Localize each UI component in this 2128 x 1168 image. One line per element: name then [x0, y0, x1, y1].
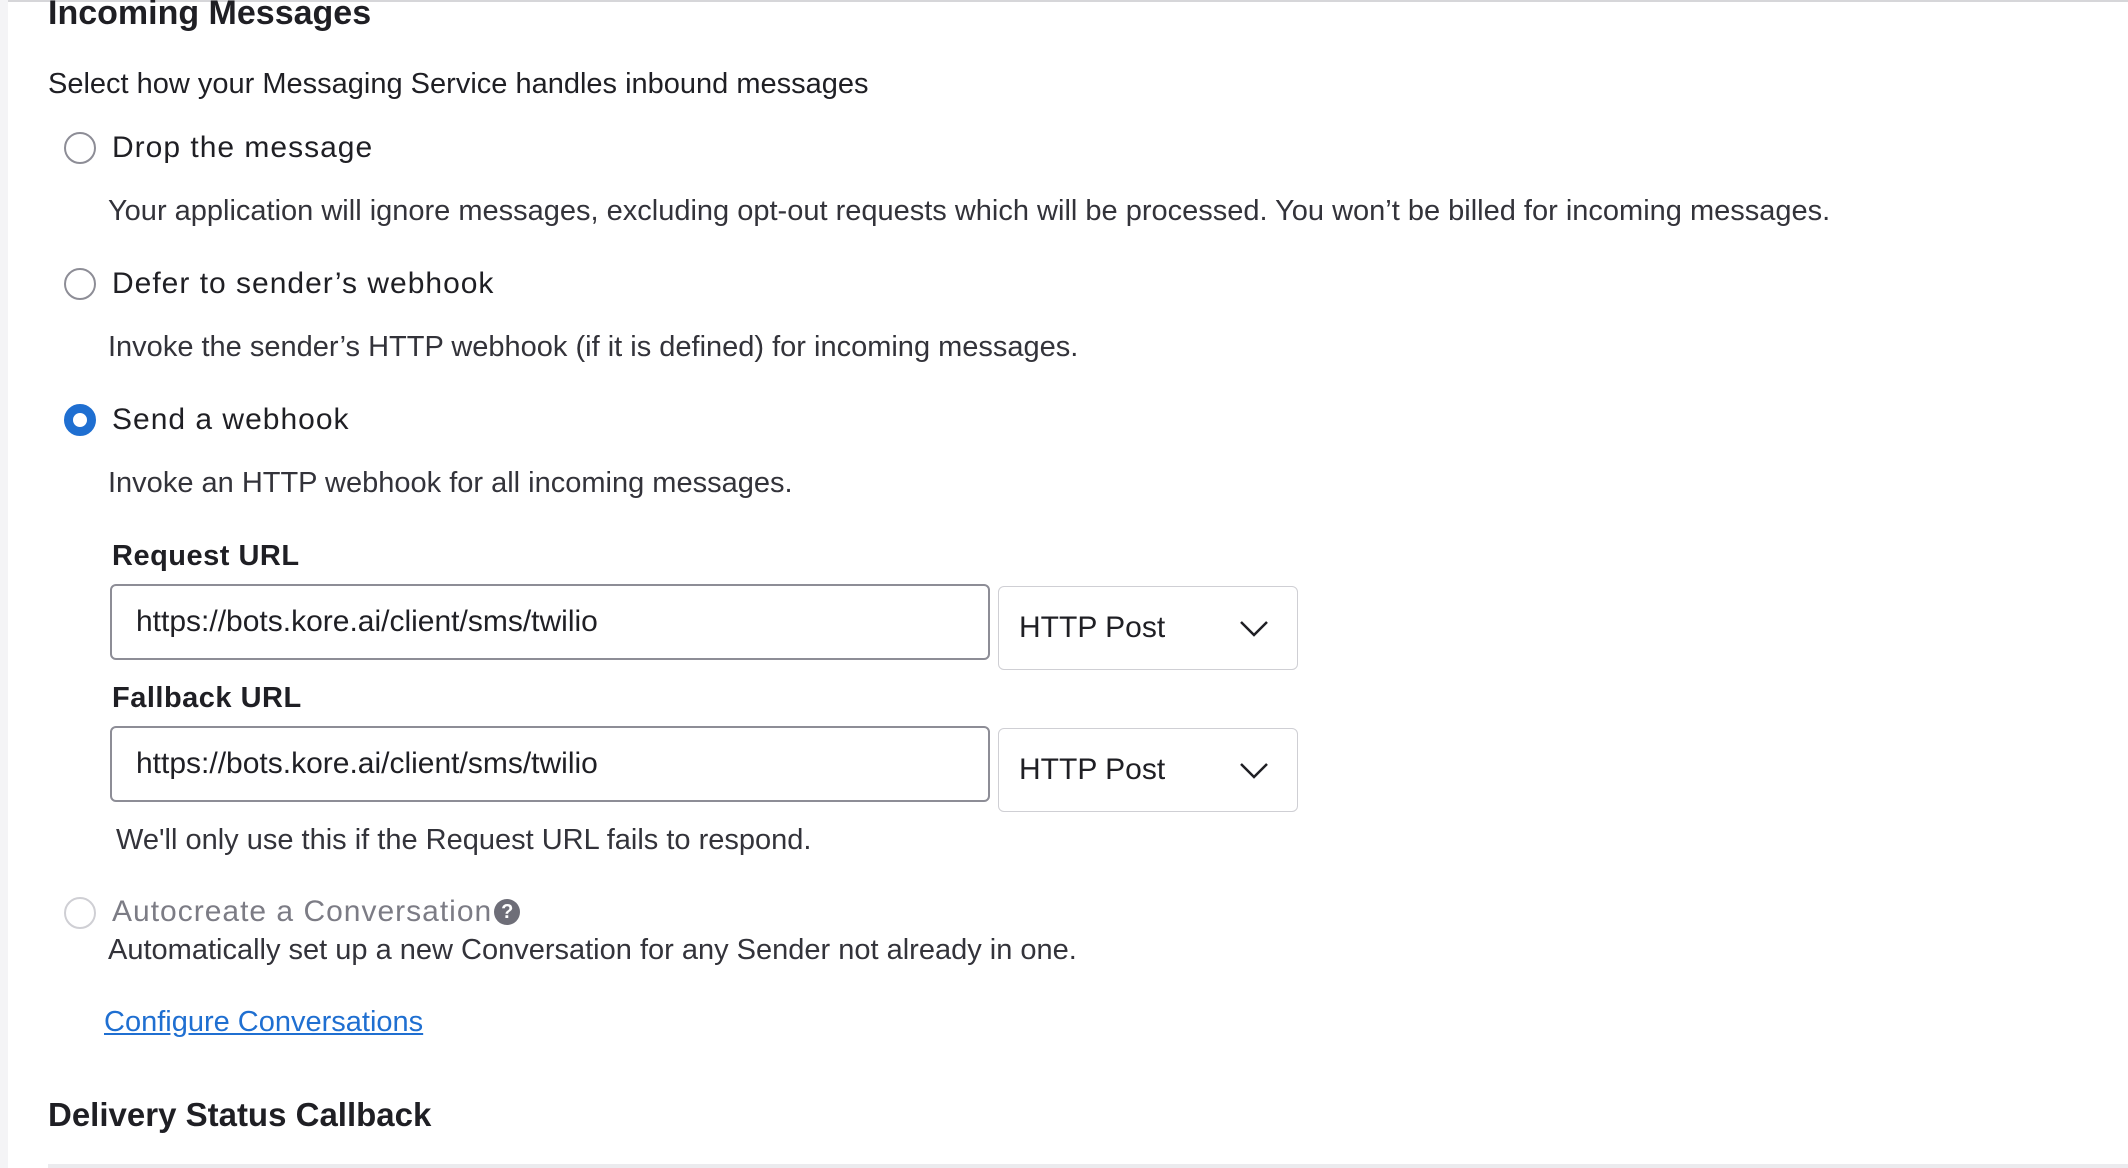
request-url-input[interactable]	[110, 584, 990, 660]
chevron-down-icon	[1240, 621, 1268, 637]
autocreate-label-text: Autocreate a Conversation	[112, 895, 493, 928]
fallback-url-method-select[interactable]: HTTP Post	[998, 728, 1298, 812]
chevron-down-icon	[1240, 763, 1268, 779]
fallback-url-input[interactable]	[110, 726, 990, 802]
request-url-label: Request URL	[112, 540, 300, 572]
incoming-messages-heading: Incoming Messages	[48, 0, 372, 32]
option-label-autocreate-conversation[interactable]: Autocreate a Conversation?	[112, 895, 521, 929]
radio-defer-sender-webhook[interactable]	[64, 268, 96, 300]
radio-drop-message[interactable]	[64, 132, 96, 164]
option-label-drop-message[interactable]: Drop the message	[112, 131, 373, 165]
option-desc-send-webhook: Invoke an HTTP webhook for all incoming …	[108, 467, 793, 499]
option-label-send-webhook[interactable]: Send a webhook	[112, 403, 350, 437]
request-url-method-select[interactable]: HTTP Post	[998, 586, 1298, 670]
delivery-status-callback-heading: Delivery Status Callback	[48, 1096, 432, 1133]
fallback-url-label: Fallback URL	[112, 682, 302, 714]
question-circle-icon[interactable]: ?	[494, 899, 521, 925]
option-desc-drop-message: Your application will ignore messages, e…	[108, 195, 1831, 227]
fallback-url-method-value: HTTP Post	[1019, 753, 1166, 786]
incoming-messages-intro: Select how your Messaging Service handle…	[48, 68, 869, 100]
configure-conversations-link[interactable]: Configure Conversations	[104, 1006, 423, 1039]
messaging-settings-panel: Incoming Messages Select how your Messag…	[8, 0, 2128, 1168]
radio-send-webhook[interactable]	[64, 404, 96, 436]
option-label-defer-sender-webhook[interactable]: Defer to sender’s webhook	[112, 267, 494, 301]
fallback-url-help: We'll only use this if the Request URL f…	[116, 824, 812, 856]
option-desc-defer-sender-webhook: Invoke the sender’s HTTP webhook (if it …	[108, 331, 1079, 363]
request-url-method-value: HTTP Post	[1019, 611, 1166, 644]
section-divider	[48, 1164, 2128, 1168]
option-desc-autocreate-conversation: Automatically set up a new Conversation …	[108, 934, 1077, 966]
radio-autocreate-conversation[interactable]	[64, 897, 96, 929]
